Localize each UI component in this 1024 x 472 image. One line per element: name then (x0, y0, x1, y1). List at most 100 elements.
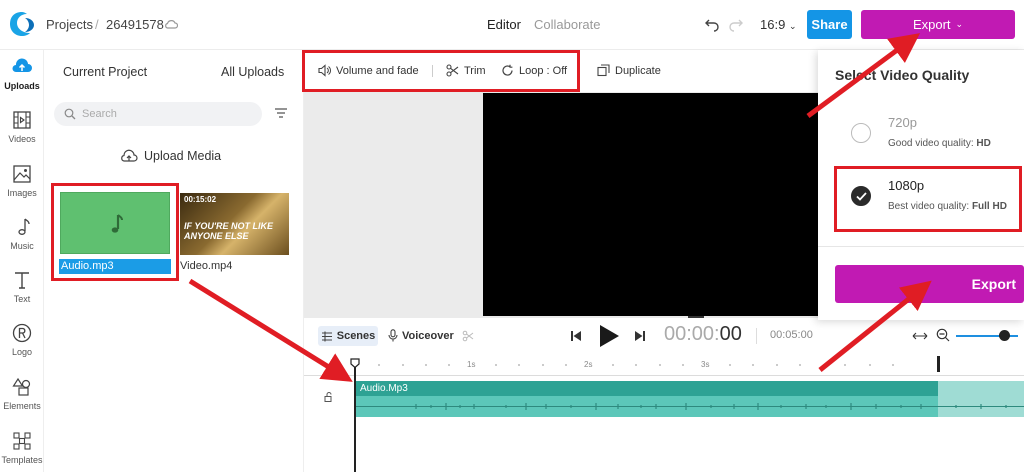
quality-desc-value: HD (976, 138, 991, 149)
rail-label: Images (7, 188, 37, 198)
export-button[interactable]: Export (835, 265, 1024, 303)
fit-width-icon[interactable] (912, 330, 928, 342)
video-caption: IF YOU'RE NOT LIKE ANYONE ELSE (184, 221, 273, 241)
ruler-dot (495, 364, 497, 366)
unlock-icon[interactable] (324, 392, 334, 402)
rail-label: Logo (11, 347, 33, 357)
voiceover-button[interactable]: Voiceover (388, 329, 454, 342)
split-icon[interactable] (462, 330, 474, 342)
media-label-video: Video.mp4 (180, 260, 233, 272)
ruler-dot (869, 364, 871, 366)
quality-label: 720p (888, 115, 917, 130)
project-id[interactable]: 26491578 (106, 17, 164, 32)
current-timecode: 00:00:00 (664, 323, 742, 346)
rail-label: Text (13, 294, 31, 304)
rail-item-logo[interactable]: Logo (0, 322, 44, 357)
play-icon[interactable] (598, 324, 620, 348)
scenes-button[interactable]: Scenes (318, 326, 378, 346)
upload-cloud-icon (12, 58, 32, 72)
shapes-icon (12, 377, 31, 396)
tab-current-project[interactable]: Current Project (63, 65, 147, 79)
skip-back-icon[interactable] (570, 330, 582, 342)
audio-track-clip[interactable]: Audio.Mp3 (356, 381, 1024, 417)
ruler-dot (682, 364, 684, 366)
aspect-ratio-select[interactable]: 16:9 ⌄ (760, 17, 796, 32)
app-logo-icon[interactable] (9, 11, 35, 37)
playhead-handle-icon (350, 358, 360, 368)
ruler-dot (542, 364, 544, 366)
upload-media-button[interactable]: Upload Media (120, 149, 221, 163)
ruler-tick-label: 1s (467, 360, 476, 369)
film-icon (13, 111, 31, 129)
audio-waveform (356, 403, 1024, 410)
ruler-dot (448, 364, 450, 366)
timeline-end-marker[interactable] (937, 356, 940, 372)
tab-all-uploads[interactable]: All Uploads (221, 65, 284, 79)
export-button-label: Export (971, 276, 1016, 292)
rail-label: Videos (8, 134, 36, 144)
timeline-ruler[interactable]: 1s 2s 3s (304, 354, 1024, 376)
rail-item-text[interactable]: Text (0, 269, 44, 304)
search-input[interactable]: Search (54, 102, 262, 126)
rail-label: Elements (3, 401, 41, 411)
search-placeholder: Search (82, 108, 117, 120)
duplicate-icon (597, 64, 610, 77)
rail-label: Music (10, 241, 34, 251)
chevron-down-icon: ⌄ (788, 21, 797, 31)
ruler-dot (729, 364, 731, 366)
annotation-box-audio (51, 183, 179, 281)
rail-item-videos[interactable]: Videos (0, 109, 44, 144)
timecode-divider (756, 328, 757, 344)
redo-icon[interactable] (728, 16, 744, 32)
quality-option-720p[interactable]: 720p Good video quality: HD (818, 103, 1024, 161)
ruler-dot (844, 364, 846, 366)
media-thumb-video[interactable]: 00:15:02 IF YOU'RE NOT LIKE ANYONE ELSE (180, 193, 289, 255)
scenes-icon (321, 331, 332, 341)
playhead[interactable] (350, 358, 360, 472)
undo-icon[interactable] (704, 16, 720, 32)
zoom-out-icon[interactable] (936, 328, 950, 342)
ruler-dot (635, 364, 637, 366)
tab-collaborate[interactable]: Collaborate (534, 17, 601, 32)
ruler-dot (402, 364, 404, 366)
duplicate-label: Duplicate (615, 64, 661, 77)
timecode-bold: 00 (719, 323, 742, 345)
aspect-ratio-value: 16:9 (760, 17, 786, 32)
upload-media-label: Upload Media (144, 149, 222, 163)
video-timestamp: 00:15:02 (184, 195, 217, 204)
voiceover-label: Voiceover (402, 329, 454, 342)
ruler-dot (518, 364, 520, 366)
duplicate-button[interactable]: Duplicate (597, 64, 661, 77)
rail-item-uploads[interactable]: Uploads (0, 56, 44, 91)
filter-icon[interactable] (274, 107, 288, 119)
export-top-button[interactable]: Export ⌄ (861, 10, 1015, 39)
video-preview[interactable] (483, 93, 819, 316)
rail-item-music[interactable]: Music (0, 216, 44, 251)
tab-editor[interactable]: Editor (487, 17, 521, 32)
share-button[interactable]: Share (807, 10, 852, 39)
radio-unchecked[interactable] (851, 123, 871, 143)
left-rail: Uploads Videos Images Music Text Logo El… (0, 50, 44, 472)
total-duration: 00:05:00 (770, 329, 813, 341)
rail-item-elements[interactable]: Elements (0, 376, 44, 411)
rail-item-templates[interactable]: Templates (0, 430, 44, 465)
breadcrumb-separator: / (95, 17, 99, 32)
share-label: Share (811, 17, 848, 32)
breadcrumb-projects[interactable]: Projects (46, 17, 93, 32)
ruler-dot (776, 364, 778, 366)
annotation-box-toolbar (302, 50, 580, 92)
skip-forward-icon[interactable] (634, 330, 646, 342)
dropdown-divider (818, 246, 1024, 247)
zoom-slider-handle[interactable] (999, 330, 1010, 341)
top-bar: Projects / 26491578 Editor Collaborate 1… (0, 0, 1024, 50)
rail-label: Uploads (4, 81, 40, 91)
text-icon (15, 272, 29, 289)
rail-item-images[interactable]: Images (0, 163, 44, 198)
ruler-dot (612, 364, 614, 366)
ruler-dot (892, 364, 894, 366)
music-note-icon (18, 218, 30, 235)
ruler-dot (565, 364, 567, 366)
export-top-label: Export (912, 17, 951, 32)
upload-cloud-icon (121, 149, 138, 162)
playback-controls: Scenes Voiceover 00:00:00 00:05:00 (304, 318, 1024, 354)
